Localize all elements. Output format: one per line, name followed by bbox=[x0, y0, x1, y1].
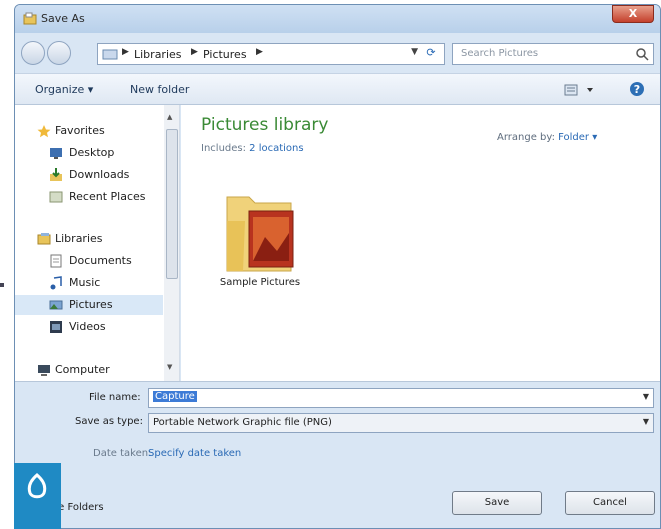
save-options-panel: File name: Capture ▼ Save as type: Porta… bbox=[15, 381, 660, 528]
file-list-pane: Pictures library Includes: 2 locations A… bbox=[181, 105, 660, 381]
sidebar-item-recent-places[interactable]: Recent Places bbox=[15, 187, 163, 207]
date-taken-link[interactable]: Specify date taken bbox=[148, 448, 241, 459]
save-as-type-label: Save as type: bbox=[75, 416, 143, 427]
desktop-icon bbox=[50, 148, 62, 159]
refresh-icon[interactable]: ⟳ bbox=[422, 46, 440, 62]
navigation-bar: ▶ Libraries ▶ Pictures ▶ ▼ ⟳ Search Pict… bbox=[15, 35, 660, 71]
locations-link[interactable]: 2 locations bbox=[249, 143, 303, 154]
file-name-value: Capture bbox=[153, 391, 197, 402]
breadcrumb-separator: ▶ bbox=[122, 47, 129, 57]
sidebar-item-label: Downloads bbox=[69, 168, 130, 181]
save-as-dialog: Save As X ▶ Libraries ▶ Pictures ▶ ▼ ⟳ S… bbox=[14, 4, 661, 529]
star-icon bbox=[37, 125, 51, 138]
scroll-down-icon[interactable]: ▼ bbox=[167, 363, 172, 371]
sidebar-scrollbar[interactable]: ▲ ▼ bbox=[164, 105, 179, 381]
save-as-icon bbox=[23, 12, 37, 25]
app-badge bbox=[14, 463, 61, 529]
library-title: Pictures library bbox=[201, 115, 329, 135]
recent-places-icon bbox=[49, 191, 63, 203]
command-toolbar: Organize ▾ New folder ? bbox=[15, 73, 660, 105]
sidebar-item-label: Libraries bbox=[55, 232, 103, 245]
chevron-down-icon[interactable]: ▼ bbox=[643, 392, 649, 401]
scroll-thumb[interactable] bbox=[166, 129, 178, 279]
sidebar-item-pictures[interactable]: Pictures bbox=[15, 295, 163, 315]
organize-button[interactable]: Organize ▾ bbox=[35, 83, 93, 96]
file-name-field[interactable]: Capture ▼ bbox=[148, 388, 654, 408]
search-icon[interactable] bbox=[635, 47, 649, 61]
change-view-icon[interactable] bbox=[563, 82, 597, 98]
save-as-type-select[interactable]: Portable Network Graphic file (PNG) ▼ bbox=[148, 413, 654, 433]
music-icon bbox=[50, 276, 62, 290]
arrange-by-label: Arrange by: bbox=[497, 132, 555, 143]
breadcrumb-libraries[interactable]: Libraries bbox=[134, 48, 182, 61]
sidebar-item-label: Videos bbox=[69, 320, 106, 333]
sidebar-item-music[interactable]: Music bbox=[15, 273, 163, 293]
new-folder-button[interactable]: New folder bbox=[130, 83, 189, 96]
cancel-button[interactable]: Cancel bbox=[565, 491, 655, 515]
breadcrumb-separator: ▶ bbox=[256, 47, 263, 57]
svg-text:?: ? bbox=[634, 83, 640, 96]
save-as-type-value: Portable Network Graphic file (PNG) bbox=[153, 417, 332, 428]
address-bar[interactable]: ▶ Libraries ▶ Pictures ▶ ▼ ⟳ bbox=[97, 43, 445, 65]
window-title: Save As bbox=[41, 12, 85, 25]
sidebar-item-videos[interactable]: Videos bbox=[15, 317, 163, 337]
chevron-down-icon[interactable]: ▼ bbox=[643, 417, 649, 426]
close-button[interactable]: X bbox=[612, 5, 654, 23]
sidebar-item-desktop[interactable]: Desktop bbox=[15, 143, 163, 163]
downloads-icon bbox=[50, 168, 62, 181]
help-icon[interactable]: ? bbox=[629, 81, 645, 97]
arrange-by-dropdown[interactable]: Folder bbox=[558, 132, 589, 143]
file-name-label: File name: bbox=[89, 392, 141, 403]
folder-label: Sample Pictures bbox=[219, 277, 301, 288]
sidebar-item-label: Desktop bbox=[69, 146, 115, 159]
save-button[interactable]: Save bbox=[452, 491, 542, 515]
sidebar-item-label: Documents bbox=[69, 254, 132, 267]
search-input[interactable]: Search Pictures bbox=[452, 43, 654, 65]
documents-icon bbox=[50, 254, 62, 268]
sidebar-item-computer[interactable]: Computer bbox=[15, 360, 163, 380]
sidebar-item-label: Music bbox=[69, 276, 101, 289]
folder-sample-pictures[interactable]: Sample Pictures bbox=[205, 175, 315, 295]
sidebar-item-downloads[interactable]: Downloads bbox=[15, 165, 163, 185]
date-taken-label: Date taken: bbox=[93, 448, 152, 459]
back-button[interactable] bbox=[21, 41, 45, 65]
sidebar-item-libraries[interactable]: Libraries bbox=[15, 229, 163, 249]
breadcrumb-separator: ▶ bbox=[191, 47, 198, 57]
navigation-pane: Favorites Desktop Downloads Recent Place… bbox=[15, 105, 180, 381]
computer-icon bbox=[38, 365, 50, 376]
library-includes: Includes: 2 locations bbox=[201, 143, 304, 154]
includes-label: Includes: bbox=[201, 143, 246, 154]
sidebar-item-favorites[interactable]: Favorites bbox=[15, 121, 163, 141]
sidebar-item-documents[interactable]: Documents bbox=[15, 251, 163, 271]
libraries-icon bbox=[37, 233, 51, 245]
libraries-icon bbox=[102, 49, 118, 60]
sidebar-item-label: Computer bbox=[55, 363, 110, 376]
arrange-by: Arrange by: Folder ▾ bbox=[497, 132, 597, 143]
breadcrumb-pictures[interactable]: Pictures bbox=[203, 48, 247, 61]
folder-icon bbox=[226, 196, 294, 272]
arabic-numeral-icon bbox=[27, 473, 47, 499]
search-placeholder: Search Pictures bbox=[461, 48, 539, 59]
sidebar-item-label: Favorites bbox=[55, 124, 105, 137]
scroll-up-icon[interactable]: ▲ bbox=[167, 113, 172, 121]
title-bar: Save As X bbox=[15, 5, 660, 33]
edge-marker bbox=[0, 283, 4, 287]
sidebar-item-label: Recent Places bbox=[69, 190, 146, 203]
videos-icon bbox=[50, 321, 62, 333]
chevron-down-icon[interactable]: ▾ bbox=[592, 132, 597, 143]
forward-button[interactable] bbox=[47, 41, 71, 65]
address-dropdown-icon[interactable]: ▼ bbox=[411, 47, 418, 57]
pictures-icon bbox=[49, 300, 63, 310]
sidebar-item-label: Pictures bbox=[69, 298, 113, 311]
